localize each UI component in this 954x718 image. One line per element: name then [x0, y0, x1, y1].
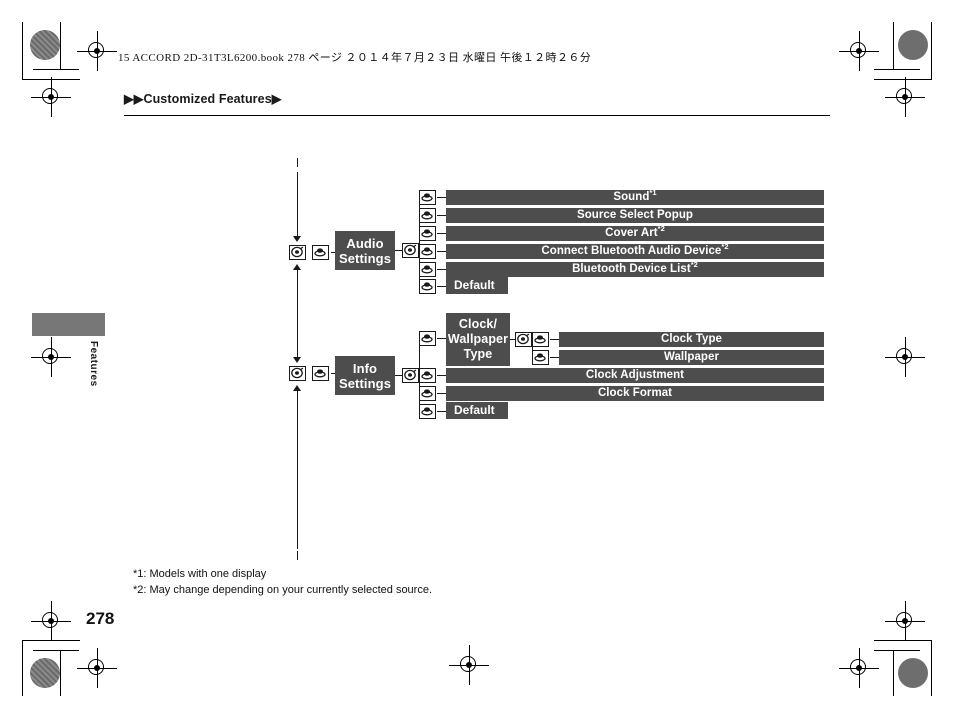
node-clock-type-label: Clock Type: [661, 333, 722, 345]
enter-button-icon: [532, 332, 549, 347]
node-bluetooth-device-list-label: Bluetooth Device List*2: [572, 260, 698, 275]
header-rule: [124, 115, 830, 116]
crop-mark-line: [22, 22, 23, 80]
footnotes: *1: Models with one display *2: May chan…: [133, 567, 432, 598]
spine-arrow-down-audio: [293, 236, 301, 242]
enter-button-icon: [419, 208, 436, 223]
crop-mark-line: [931, 640, 932, 696]
node-audio-settings-label: Audio Settings: [338, 235, 392, 266]
footnote-1: *1: Models with one display: [133, 568, 267, 580]
registration-target: [839, 648, 879, 688]
breadcrumb-lead-marks: ▶▶: [124, 92, 144, 106]
node-connect-bluetooth-audio-device[interactable]: Connect Bluetooth Audio Device*2: [446, 242, 824, 259]
node-sound-label: Sound*1: [613, 188, 657, 203]
node-bluetooth-device-list[interactable]: Bluetooth Device List*2: [446, 260, 824, 277]
side-tab-features: [32, 313, 105, 336]
crop-mark-line: [60, 22, 61, 70]
node-info-default[interactable]: Default: [446, 402, 508, 419]
enter-button-icon: [532, 350, 549, 365]
node-clock-format[interactable]: Clock Format: [446, 386, 824, 401]
rotary-dial-icon: [289, 245, 306, 260]
node-source-select-popup-label: Source Select Popup: [577, 209, 693, 221]
crop-mark-line: [874, 69, 920, 70]
rotary-dial-icon: [402, 368, 419, 383]
enter-button-icon: [312, 245, 329, 260]
spine-segment: [297, 172, 298, 238]
enter-button-icon: [419, 226, 436, 241]
breadcrumb-trail-mark: ▶: [271, 92, 282, 106]
crop-mark-line: [931, 22, 932, 80]
enter-button-icon: [419, 190, 436, 205]
enter-button-icon: [419, 279, 436, 294]
branch-connector: [395, 250, 403, 251]
node-info-settings-label: Info Settings: [338, 360, 392, 391]
page-number: 278: [86, 609, 115, 628]
node-sound[interactable]: Sound*1: [446, 188, 824, 205]
crop-mark-line: [874, 650, 920, 651]
registration-target: [77, 31, 117, 71]
enter-button-icon: [419, 262, 436, 277]
node-clock-wallpaper-type[interactable]: Clock/ Wallpaper Type: [446, 313, 510, 366]
node-audio-default-label: Default: [454, 278, 495, 292]
node-clock-wallpaper-type-label: Clock/ Wallpaper Type: [447, 317, 509, 361]
node-cover-art[interactable]: Cover Art*2: [446, 224, 824, 241]
branch-connector: [395, 375, 403, 376]
ink-density-blob: [898, 658, 928, 688]
enter-button-icon: [419, 404, 436, 419]
branch-connector: [510, 339, 516, 340]
ink-density-blob: [30, 30, 60, 60]
spine-segment: [297, 270, 298, 358]
manual-page: 15 ACCORD 2D-31T3L6200.book 278 ページ ２０１４…: [0, 0, 954, 718]
node-clock-format-label: Clock Format: [597, 387, 673, 399]
side-tab-label: Features: [88, 341, 99, 387]
rotary-dial-icon: [515, 332, 532, 347]
enter-button-icon: [419, 244, 436, 259]
book-file-header: 15 ACCORD 2D-31T3L6200.book 278 ページ ２０１４…: [118, 52, 592, 64]
spine-segment: [297, 391, 298, 549]
enter-button-icon: [419, 386, 436, 401]
crop-mark-line: [22, 640, 23, 696]
spine-arrow-down-info: [293, 357, 301, 363]
node-source-select-popup[interactable]: Source Select Popup: [446, 208, 824, 223]
rotary-dial-icon: [402, 243, 419, 258]
node-cover-art-label: Cover Art*2: [605, 224, 665, 239]
crop-mark-line: [33, 69, 79, 70]
node-info-settings[interactable]: Info Settings: [335, 356, 395, 395]
crop-mark-line: [893, 650, 894, 696]
node-clock-adjustment-label: Clock Adjustment: [585, 369, 685, 381]
node-wallpaper[interactable]: Wallpaper: [559, 350, 824, 365]
registration-target: [31, 337, 71, 377]
registration-target: [449, 645, 489, 685]
node-clock-adjustment[interactable]: Clock Adjustment: [446, 368, 824, 383]
spine-dash-bottom: [297, 551, 298, 560]
crop-mark-line: [60, 650, 61, 696]
crop-mark-line: [874, 79, 932, 80]
crop-mark-line: [874, 640, 932, 641]
spine-dash-top: [297, 158, 298, 167]
registration-target: [885, 337, 925, 377]
registration-target: [885, 601, 925, 641]
registration-target: [77, 648, 117, 688]
breadcrumb: ▶▶Customized Features▶: [124, 91, 281, 106]
crop-mark-line: [893, 22, 894, 70]
registration-target: [839, 31, 879, 71]
node-connect-bluetooth-audio-device-label: Connect Bluetooth Audio Device*2: [541, 242, 729, 257]
ink-density-blob: [30, 658, 60, 688]
node-clock-type[interactable]: Clock Type: [559, 332, 824, 347]
registration-target: [31, 601, 71, 641]
enter-button-icon: [419, 368, 436, 383]
crop-mark-line: [33, 650, 79, 651]
registration-target: [885, 77, 925, 117]
registration-target: [31, 77, 71, 117]
ink-density-blob: [898, 30, 928, 60]
node-info-default-label: Default: [454, 403, 495, 417]
enter-button-icon: [312, 366, 329, 381]
enter-button-icon: [419, 331, 436, 346]
footnote-2: *2: May change depending on your current…: [133, 583, 433, 596]
rotary-dial-icon: [289, 366, 306, 381]
node-wallpaper-label: Wallpaper: [664, 351, 719, 363]
node-audio-default[interactable]: Default: [446, 277, 508, 294]
breadcrumb-label: Customized Features: [143, 92, 272, 106]
node-audio-settings[interactable]: Audio Settings: [335, 231, 395, 270]
